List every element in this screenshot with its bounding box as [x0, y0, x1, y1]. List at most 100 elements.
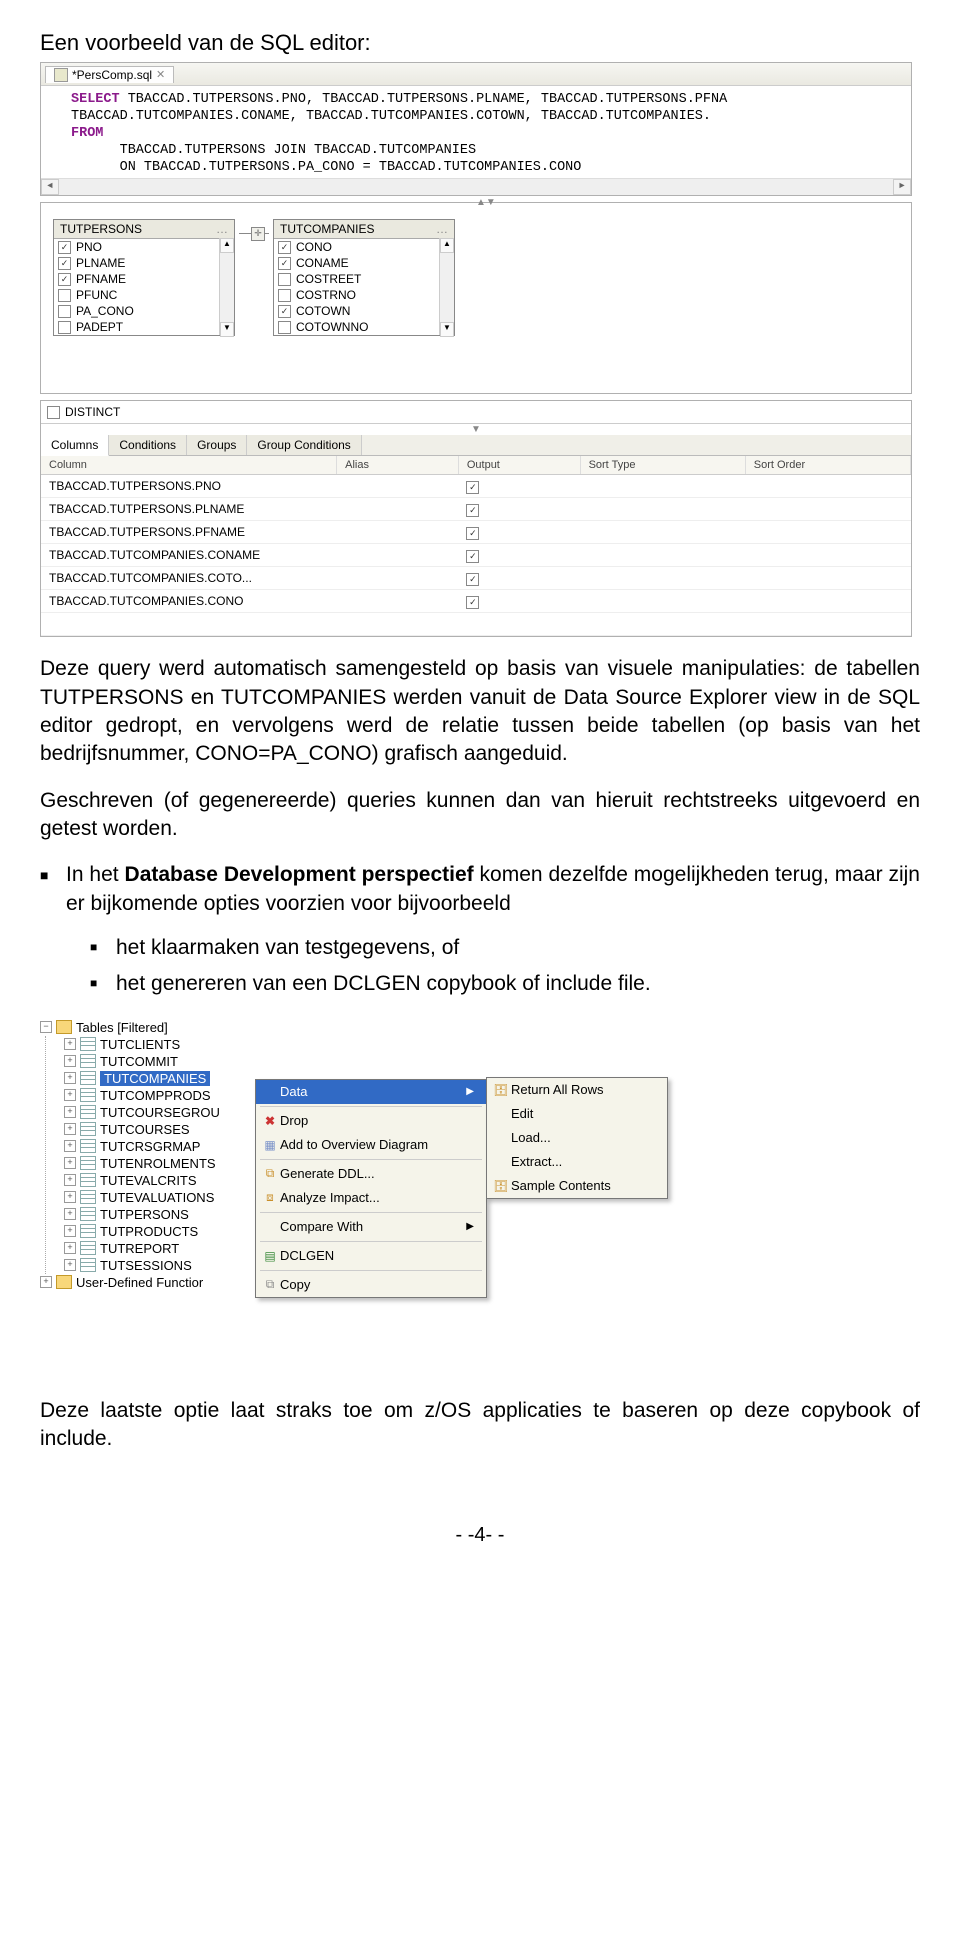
tree-item[interactable]: +TUTCOURSES: [52, 1121, 250, 1138]
tab-conditions[interactable]: Conditions: [109, 435, 187, 455]
grid-header[interactable]: Sort Order: [745, 456, 910, 475]
tree-item[interactable]: +TUTPERSONS: [52, 1206, 250, 1223]
tree-item[interactable]: +TUTCRSGRMAP: [52, 1138, 250, 1155]
column-checkbox[interactable]: [278, 305, 291, 318]
tab-group-conditions[interactable]: Group Conditions: [247, 435, 361, 455]
column-checkbox[interactable]: [58, 273, 71, 286]
expand-icon[interactable]: +: [64, 1208, 76, 1220]
column-checkbox[interactable]: [58, 321, 71, 334]
menu-item-data[interactable]: Data▶: [256, 1080, 486, 1104]
grid-header[interactable]: Output: [458, 456, 580, 475]
menu-item-dclgen[interactable]: ▤DCLGEN: [256, 1244, 486, 1268]
scroll-up-icon[interactable]: ▲: [440, 238, 454, 253]
menu-item-add-overview[interactable]: ▦Add to Overview Diagram: [256, 1133, 486, 1157]
join-handle-icon[interactable]: ✛: [251, 227, 265, 241]
expand-icon[interactable]: +: [64, 1055, 76, 1067]
tree-item[interactable]: +TUTCOMPANIES: [52, 1070, 250, 1087]
submenu-load[interactable]: Load...: [487, 1126, 667, 1150]
tree-root[interactable]: − Tables [Filtered]: [40, 1019, 250, 1036]
expand-icon[interactable]: +: [64, 1225, 76, 1237]
expand-icon[interactable]: +: [64, 1089, 76, 1101]
column-checkbox[interactable]: [278, 257, 291, 270]
grid-header[interactable]: Sort Type: [580, 456, 745, 475]
tree-item[interactable]: +TUTEVALUATIONS: [52, 1189, 250, 1206]
tab-columns[interactable]: Columns: [41, 435, 109, 456]
horizontal-scrollbar[interactable]: ◄ ►: [41, 178, 911, 195]
submenu-sample-contents[interactable]: 🗄Sample Contents: [487, 1174, 667, 1198]
table-tutcompanies[interactable]: TUTCOMPANIES… CONO CONAME COSTREET COSTR…: [273, 219, 455, 336]
tree-footer[interactable]: + User-Defined Functior: [40, 1274, 250, 1291]
tree-view[interactable]: − Tables [Filtered] +TUTCLIENTS+TUTCOMMI…: [40, 1019, 250, 1379]
tree-item[interactable]: +TUTPRODUCTS: [52, 1223, 250, 1240]
scroll-down-icon[interactable]: ▼: [220, 322, 234, 337]
scroll-up-icon[interactable]: ▲: [220, 238, 234, 253]
output-checkbox[interactable]: [466, 504, 479, 517]
table-vscroll[interactable]: ▲ ▼: [219, 238, 234, 335]
expand-icon[interactable]: +: [64, 1242, 76, 1254]
splitter-icon[interactable]: ▲▼: [476, 197, 496, 208]
table-row[interactable]: TBACCAD.TUTCOMPANIES.CONAME: [41, 544, 911, 567]
expand-icon[interactable]: +: [64, 1123, 76, 1135]
scroll-right-icon[interactable]: ►: [893, 179, 911, 195]
table-vscroll[interactable]: ▲ ▼: [439, 238, 454, 335]
grid-header[interactable]: Column: [41, 456, 337, 475]
close-icon[interactable]: ✕: [156, 68, 165, 81]
table-tutpersons[interactable]: TUTPERSONS… PNO PLNAME PFNAME PFUNC PA_C…: [53, 219, 235, 336]
scroll-left-icon[interactable]: ◄: [41, 179, 59, 195]
submenu-extract[interactable]: Extract...: [487, 1150, 667, 1174]
table-close-icon[interactable]: …: [216, 222, 228, 236]
submenu-edit[interactable]: Edit: [487, 1102, 667, 1126]
expand-icon[interactable]: +: [64, 1157, 76, 1169]
tree-item[interactable]: +TUTCOURSEGROU: [52, 1104, 250, 1121]
tree-item[interactable]: +TUTCOMMIT: [52, 1053, 250, 1070]
output-checkbox[interactable]: [466, 481, 479, 494]
context-menu[interactable]: Data▶ ✖Drop ▦Add to Overview Diagram ⧉Ge…: [255, 1079, 487, 1298]
table-row[interactable]: TBACCAD.TUTCOMPANIES.CONO: [41, 590, 911, 613]
menu-item-generate-ddl[interactable]: ⧉Generate DDL...: [256, 1162, 486, 1186]
column-checkbox[interactable]: [278, 321, 291, 334]
table-row[interactable]: TBACCAD.TUTPERSONS.PLNAME: [41, 498, 911, 521]
output-checkbox[interactable]: [466, 573, 479, 586]
table-row[interactable]: [41, 613, 911, 636]
column-checkbox[interactable]: [58, 289, 71, 302]
output-checkbox[interactable]: [466, 550, 479, 563]
expand-icon[interactable]: +: [64, 1072, 76, 1084]
column-checkbox[interactable]: [58, 257, 71, 270]
column-checkbox[interactable]: [278, 273, 291, 286]
menu-item-analyze-impact[interactable]: ⧈Analyze Impact...: [256, 1186, 486, 1210]
expand-icon[interactable]: +: [64, 1259, 76, 1271]
table-row[interactable]: TBACCAD.TUTCOMPANIES.COTO...: [41, 567, 911, 590]
collapse-icon[interactable]: −: [40, 1021, 52, 1033]
tree-item[interactable]: +TUTCOMPPRODS: [52, 1087, 250, 1104]
submenu-return-all-rows[interactable]: 🗄Return All Rows: [487, 1078, 667, 1102]
table-close-icon[interactable]: …: [436, 222, 448, 236]
expand-icon[interactable]: +: [40, 1276, 52, 1288]
expand-icon[interactable]: +: [64, 1191, 76, 1203]
column-checkbox[interactable]: [278, 289, 291, 302]
tree-item[interactable]: +TUTEVALCRITS: [52, 1172, 250, 1189]
scroll-down-icon[interactable]: ▼: [440, 322, 454, 337]
tab-groups[interactable]: Groups: [187, 435, 247, 455]
output-checkbox[interactable]: [466, 596, 479, 609]
column-checkbox[interactable]: [58, 241, 71, 254]
expand-icon[interactable]: +: [64, 1106, 76, 1118]
tree-item[interactable]: +TUTREPORT: [52, 1240, 250, 1257]
output-checkbox[interactable]: [466, 527, 479, 540]
grid-header[interactable]: Alias: [337, 456, 459, 475]
table-row[interactable]: TBACCAD.TUTPERSONS.PNO: [41, 475, 911, 498]
expand-icon[interactable]: +: [64, 1038, 76, 1050]
sql-code[interactable]: SELECT TBACCAD.TUTPERSONS.PNO, TBACCAD.T…: [41, 86, 911, 178]
tree-item[interactable]: +TUTENROLMENTS: [52, 1155, 250, 1172]
table-row[interactable]: TBACCAD.TUTPERSONS.PFNAME: [41, 521, 911, 544]
file-tab[interactable]: *PersComp.sql ✕: [45, 66, 174, 83]
expand-icon[interactable]: +: [64, 1140, 76, 1152]
menu-item-drop[interactable]: ✖Drop: [256, 1109, 486, 1133]
column-checkbox[interactable]: [278, 241, 291, 254]
column-checkbox[interactable]: [58, 305, 71, 318]
distinct-checkbox[interactable]: [47, 406, 60, 419]
menu-item-compare-with[interactable]: Compare With▶: [256, 1215, 486, 1239]
data-submenu[interactable]: 🗄Return All Rows Edit Load... Extract...…: [486, 1077, 668, 1199]
expand-icon[interactable]: +: [64, 1174, 76, 1186]
tree-item[interactable]: +TUTSESSIONS: [52, 1257, 250, 1274]
menu-item-copy[interactable]: ⧉Copy: [256, 1273, 486, 1297]
